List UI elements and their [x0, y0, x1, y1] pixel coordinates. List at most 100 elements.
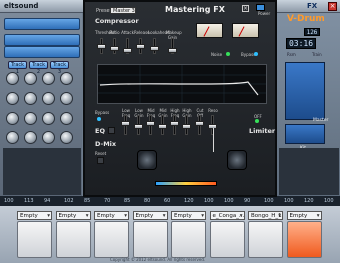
- eq-slider[interactable]: [134, 124, 143, 129]
- eq-bypass-led[interactable]: [97, 117, 101, 121]
- eq-slider[interactable]: [146, 121, 155, 126]
- knob-icon[interactable]: [24, 112, 37, 125]
- knob-icon[interactable]: [42, 72, 55, 85]
- compressor-param-label: Release: [134, 30, 150, 35]
- track-tab-1[interactable]: Track 1: [8, 61, 27, 75]
- channel-number: 100: [324, 198, 334, 204]
- knob-icon[interactable]: [60, 92, 73, 105]
- knob-icon[interactable]: [6, 92, 19, 105]
- dropdown-arrow-icon: ▾: [239, 213, 243, 219]
- knob-icon[interactable]: [24, 72, 37, 85]
- master-label: Master: [313, 118, 329, 123]
- dropdown-arrow-icon: ▾: [85, 213, 89, 219]
- comp-bypass-led[interactable]: [254, 52, 258, 56]
- compressor-param-label: Lookahead: [148, 30, 170, 35]
- pos-label: Rsm: [287, 52, 296, 57]
- knob-icon[interactable]: [42, 131, 55, 144]
- eq-title: EQ: [95, 127, 105, 135]
- eq-slider[interactable]: [158, 124, 167, 129]
- limiter-led[interactable]: [255, 119, 259, 123]
- channel-number: 113: [24, 198, 34, 204]
- pad-label[interactable]: Empty ▾: [17, 211, 52, 220]
- eq-slider[interactable]: [182, 124, 191, 129]
- channel-number: 100: [284, 198, 294, 204]
- dmix-reset-button[interactable]: [97, 157, 104, 164]
- drum-pad[interactable]: [286, 221, 322, 258]
- dropdown-arrow-icon: ▾: [201, 213, 204, 219]
- knob-icon[interactable]: [24, 92, 37, 105]
- drum-display-panel: [285, 62, 325, 120]
- knob-icon[interactable]: [24, 131, 37, 144]
- pad-name: Empty: [289, 213, 308, 219]
- compressor-param-label: Threshold: [95, 30, 115, 35]
- compressor-slider[interactable]: [123, 48, 132, 53]
- channel-number: 90: [244, 198, 251, 204]
- dropdown-arrow-icon: ▾: [278, 213, 281, 219]
- channel-number: 100: [224, 198, 234, 204]
- knob-icon[interactable]: [60, 72, 73, 85]
- knob-icon[interactable]: [60, 131, 73, 144]
- dmix-pad-right[interactable]: [227, 150, 247, 170]
- knob-icon[interactable]: [6, 72, 19, 85]
- limiter-title: Limiter: [249, 127, 276, 135]
- drum-secondary-panel: [285, 124, 325, 144]
- dropdown-arrow-icon: ▾: [316, 213, 320, 219]
- dmix-pad-left[interactable]: [137, 150, 157, 170]
- drum-title: V-Drum: [287, 14, 325, 24]
- preset-select[interactable]: Master 3: [110, 7, 136, 14]
- drum-pad[interactable]: [55, 221, 91, 258]
- pad-label[interactable]: Bongo_H_1 ▾: [248, 211, 283, 220]
- pad-name: Empty: [20, 213, 38, 219]
- left-fader-area: [3, 148, 81, 195]
- eq-slider[interactable]: [121, 121, 130, 126]
- pad-label[interactable]: e_Conga_... ▾: [209, 211, 245, 220]
- channel-number: 102: [64, 198, 74, 204]
- pad-label[interactable]: Empty ▾: [132, 211, 168, 220]
- dropdown-arrow-icon: ▾: [124, 213, 127, 219]
- compressor-param-label: Attack: [121, 30, 134, 35]
- drum-pad[interactable]: [209, 221, 245, 258]
- pad-name: Bongo_H_1: [251, 213, 282, 219]
- compressor-slider[interactable]: [168, 48, 177, 53]
- train-label: Train: [312, 52, 322, 57]
- pad-label[interactable]: Empty ▾: [286, 211, 322, 220]
- compressor-slider[interactable]: [136, 44, 145, 49]
- knob-icon[interactable]: [6, 131, 19, 144]
- drum-pad[interactable]: [17, 221, 52, 258]
- drum-pad[interactable]: [171, 221, 206, 258]
- compressor-param-label: Ratio: [109, 30, 120, 35]
- noise-led[interactable]: [226, 52, 230, 56]
- pad-label[interactable]: Empty ▾: [94, 211, 129, 220]
- channel-numbers: 100 113 94 102 85 70 85 80 60 120 100 100 90 100 100 12…: [0, 196, 340, 206]
- dmix-reset-label: Reset: [95, 151, 107, 156]
- pad-label[interactable]: Empty ▾: [55, 211, 91, 220]
- mastering-title: Mastering FX: [165, 5, 225, 14]
- vu-meter-right: [232, 23, 259, 38]
- drum-pad[interactable]: [132, 221, 168, 258]
- drum-pad[interactable]: [94, 221, 129, 258]
- noise-label: Noise: [211, 52, 223, 57]
- knob-icon[interactable]: [6, 112, 19, 125]
- pad-label[interactable]: Empty ▾: [171, 211, 206, 220]
- drum-pad[interactable]: [248, 221, 283, 258]
- track-tab-2[interactable]: Track 2: [29, 61, 48, 75]
- knob-icon[interactable]: [42, 92, 55, 105]
- fx-tab[interactable]: FX: [307, 2, 317, 10]
- eq-button[interactable]: [108, 127, 115, 134]
- compressor-slider[interactable]: [150, 46, 159, 51]
- compressor-slider[interactable]: [110, 46, 119, 51]
- close-fx-icon[interactable]: ×: [242, 5, 249, 12]
- knob-icon[interactable]: [42, 112, 55, 125]
- eq-slider[interactable]: [170, 121, 179, 126]
- knob-icon[interactable]: [60, 112, 73, 125]
- output-meter: [155, 181, 217, 186]
- power-button[interactable]: [256, 4, 265, 11]
- channel-number: 100: [204, 198, 214, 204]
- track-tab-3[interactable]: Track 3: [50, 61, 69, 75]
- pad-name: Empty: [135, 213, 154, 219]
- power-label: Power: [258, 11, 271, 16]
- close-icon[interactable]: ×: [328, 2, 337, 11]
- eq-slider[interactable]: [195, 121, 204, 126]
- tempo-display[interactable]: 126: [304, 28, 320, 36]
- compressor-slider[interactable]: [97, 44, 106, 49]
